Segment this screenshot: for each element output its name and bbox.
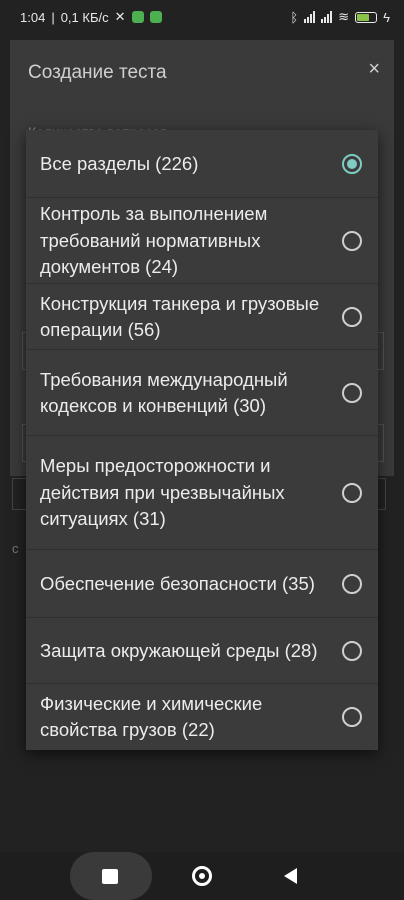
- recents-square-icon[interactable]: [102, 869, 118, 884]
- charging-icon: ϟ: [383, 9, 390, 25]
- wifi-icon: ≋: [338, 9, 350, 24]
- cell-signal-icon-2: [321, 11, 333, 23]
- bluetooth-icon: ᛒ: [290, 9, 299, 25]
- radio-icon[interactable]: [342, 307, 362, 327]
- section-dropdown-popup: Все разделы (226) Контроль за выполнение…: [26, 130, 378, 750]
- battery-icon: [355, 11, 378, 23]
- separator: |: [51, 9, 55, 25]
- section-option[interactable]: Все разделы (226): [26, 130, 378, 198]
- section-option[interactable]: Защита окружающей среды (28): [26, 618, 378, 684]
- section-option-label: Требования международный кодексов и конв…: [40, 368, 288, 417]
- system-navigation-bar: [0, 852, 404, 900]
- section-option[interactable]: Требования международный кодексов и конв…: [26, 350, 378, 436]
- radio-icon[interactable]: [342, 707, 362, 727]
- radio-selected-icon[interactable]: [342, 154, 362, 174]
- clock: 1:04: [20, 9, 46, 25]
- radio-icon[interactable]: [342, 231, 362, 251]
- dialog-title: Создание теста: [28, 62, 167, 83]
- app-notification-icon: [131, 11, 144, 23]
- section-option-label: Контроль за выполнением требований норма…: [40, 203, 268, 278]
- section-option-label: Меры предосторожности и действия при чре…: [40, 455, 285, 530]
- section-option[interactable]: Контроль за выполнением требований норма…: [26, 198, 378, 284]
- background-text: с: [12, 541, 19, 556]
- section-option-label: Защита окружающей среды (28): [40, 639, 318, 661]
- section-option-label: Обеспечение безопасности (35): [40, 572, 315, 594]
- network-speed: 0,1 КБ/с: [60, 9, 109, 25]
- back-triangle-icon[interactable]: [284, 868, 297, 884]
- section-option[interactable]: Меры предосторожности и действия при чре…: [26, 436, 378, 550]
- wifi-off-icon: ✕: [114, 9, 126, 24]
- section-option-label: Конструкция танкера и грузовые операции …: [40, 292, 320, 341]
- section-option[interactable]: Физические и химические свойства грузов …: [26, 684, 378, 750]
- close-icon[interactable]: ×: [368, 58, 380, 81]
- home-circle-icon[interactable]: [192, 866, 212, 886]
- radio-icon[interactable]: [342, 483, 362, 503]
- app-notification-icon-2: [149, 11, 162, 23]
- radio-icon[interactable]: [342, 641, 362, 661]
- cell-signal-icon: [304, 11, 316, 23]
- status-bar: 1:04 | 0,1 КБ/с ✕ ᛒ ≋ ϟ: [0, 0, 404, 36]
- radio-icon[interactable]: [342, 383, 362, 403]
- section-option[interactable]: Обеспечение безопасности (35): [26, 550, 378, 618]
- radio-icon[interactable]: [342, 574, 362, 594]
- section-option-label: Все разделы (226): [40, 152, 199, 174]
- section-option-label: Физические и химические свойства грузов …: [40, 692, 263, 741]
- section-option[interactable]: Конструкция танкера и грузовые операции …: [26, 284, 378, 350]
